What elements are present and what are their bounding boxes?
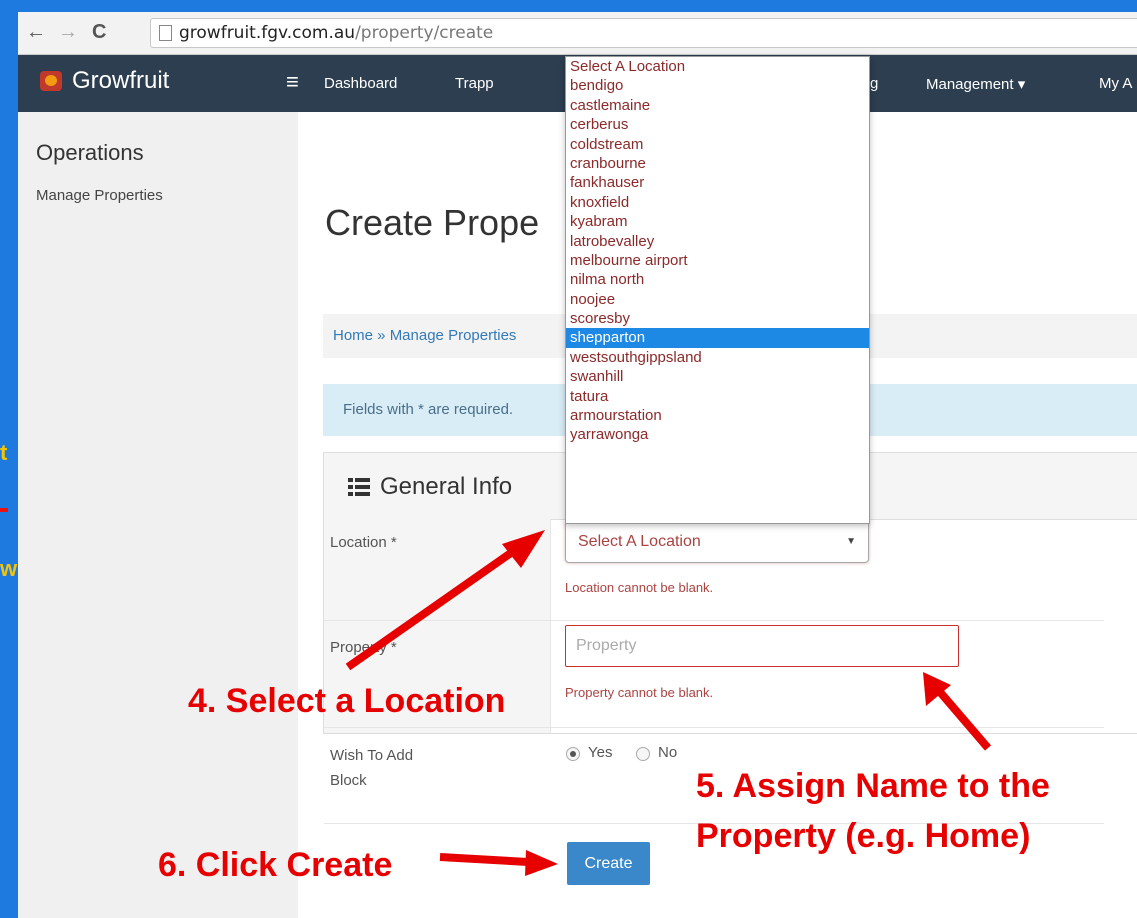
step5-arrow [936,689,992,751]
strip-fragment-2: w [0,556,18,581]
step4-arrow [345,544,521,671]
strip-arrow-fragment [0,508,8,512]
step6-arrow [439,853,529,866]
strip-fragment-1: t [0,440,8,465]
step4-arrowhead [502,530,545,568]
screenshot-frame: ← → C growfruit.fgv.com.au/property/crea… [18,12,1137,918]
annotation-arrows [345,530,992,876]
step6-arrowhead [525,850,558,876]
